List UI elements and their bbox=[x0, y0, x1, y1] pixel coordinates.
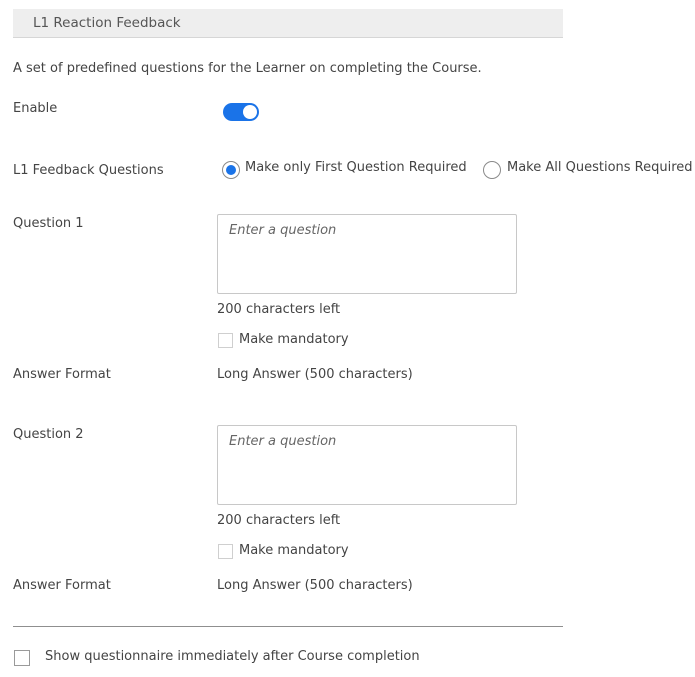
question-2-mandatory-checkbox[interactable] bbox=[218, 544, 233, 559]
feedback-questions-label: L1 Feedback Questions bbox=[13, 163, 164, 178]
enable-toggle[interactable] bbox=[223, 103, 259, 121]
show-after-completion-checkbox[interactable] bbox=[14, 650, 30, 666]
question-1-chars-left: 200 characters left bbox=[217, 302, 341, 317]
radio-first-question-required[interactable] bbox=[222, 161, 240, 179]
question-1-mandatory-checkbox[interactable] bbox=[218, 333, 233, 348]
question-2-answer-format-label: Answer Format bbox=[13, 578, 111, 593]
radio-selected-dot bbox=[226, 165, 236, 175]
section-title: L1 Reaction Feedback bbox=[33, 15, 181, 31]
toggle-knob bbox=[243, 105, 257, 119]
question-1-label: Question 1 bbox=[13, 216, 84, 231]
section-divider bbox=[13, 626, 563, 627]
question-1-answer-format-value: Long Answer (500 characters) bbox=[217, 367, 413, 382]
enable-label: Enable bbox=[13, 101, 58, 116]
question-2-label: Question 2 bbox=[13, 427, 84, 442]
question-2-input[interactable]: Enter a question bbox=[217, 425, 517, 505]
question-1-answer-format-label: Answer Format bbox=[13, 367, 111, 382]
radio-all-questions-required-label[interactable]: Make All Questions Required bbox=[507, 160, 693, 175]
question-1-input[interactable]: Enter a question bbox=[217, 214, 517, 294]
question-2-answer-format-value: Long Answer (500 characters) bbox=[217, 578, 413, 593]
radio-all-questions-required[interactable] bbox=[483, 161, 501, 179]
question-2-placeholder: Enter a question bbox=[229, 434, 337, 449]
question-1-mandatory-label[interactable]: Make mandatory bbox=[239, 332, 349, 347]
question-2-mandatory-label[interactable]: Make mandatory bbox=[239, 543, 349, 558]
question-1-placeholder: Enter a question bbox=[229, 223, 337, 238]
radio-first-question-required-label[interactable]: Make only First Question Required bbox=[245, 160, 467, 175]
section-header: L1 Reaction Feedback bbox=[13, 9, 563, 38]
show-after-completion-label[interactable]: Show questionnaire immediately after Cou… bbox=[45, 649, 420, 664]
section-description: A set of predefined questions for the Le… bbox=[13, 61, 482, 76]
question-2-chars-left: 200 characters left bbox=[217, 513, 341, 528]
